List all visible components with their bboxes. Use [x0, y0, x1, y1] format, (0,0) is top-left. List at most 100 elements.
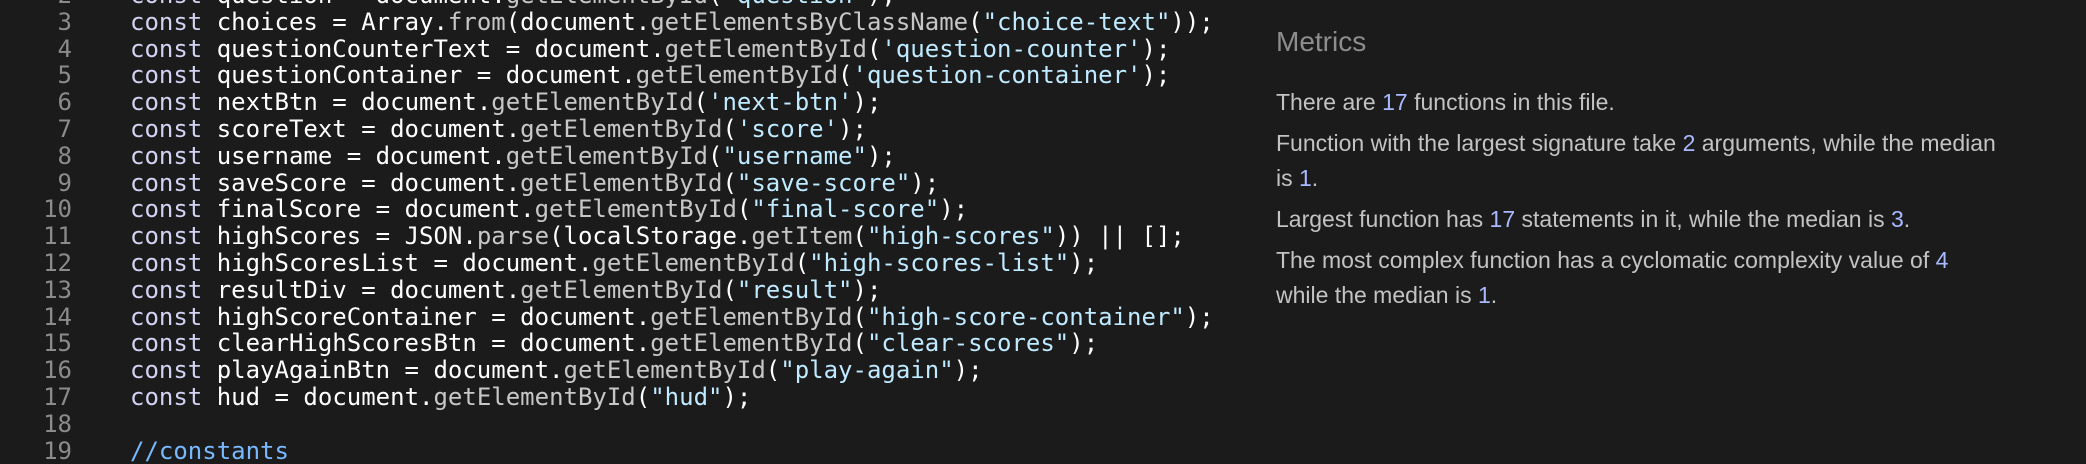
code-token: getElementById — [491, 88, 694, 117]
code-token: //constants — [130, 436, 289, 464]
code-token: ( — [722, 114, 737, 143]
code-token: ); — [1069, 329, 1099, 358]
code-token: = — [332, 141, 376, 170]
code-line[interactable]: 14 const highScoreContainer = document.ge… — [0, 302, 1240, 331]
code-token: . — [462, 222, 477, 251]
code-token: Array — [361, 7, 434, 36]
code-line[interactable]: 12 const highScoresList = document.getEle… — [0, 250, 1240, 277]
line-code: const highScoreContainer = document.getE… — [130, 302, 1214, 331]
code-line[interactable]: 7 const scoreText = document.getElementBy… — [0, 116, 1240, 143]
code-token: . — [650, 34, 665, 63]
code-line[interactable]: 3 const choices = Array.from(document.get… — [0, 7, 1240, 36]
code-token: document — [390, 114, 506, 143]
metrics-panel: Metrics There are 17 functions in this f… — [1276, 24, 1996, 319]
code-token: ( — [852, 329, 867, 358]
code-line[interactable]: 17 const hud = document.getElementById("h… — [0, 384, 1240, 411]
code-token: document — [361, 88, 477, 117]
code-token: const — [130, 248, 217, 277]
code-line[interactable]: 15 const clearHighScoresBtn = document.ge… — [0, 330, 1240, 357]
code-line[interactable]: 10 const finalScore = document.getElement… — [0, 196, 1240, 223]
code-token: document — [404, 195, 521, 224]
code-token: . — [505, 114, 521, 143]
code-token: ( — [866, 34, 882, 63]
code-line[interactable]: 5 const questionContainer = document.getE… — [0, 62, 1240, 89]
code-token: = — [491, 34, 535, 63]
code-token: const — [130, 168, 217, 197]
code-token: getElementById — [520, 168, 723, 197]
code-token: = — [476, 302, 521, 331]
code-token: getItem — [751, 222, 853, 251]
code-token: getElementById — [520, 275, 723, 304]
code-token: highScores — [216, 222, 362, 251]
code-token: getElementById — [650, 302, 853, 331]
code-line[interactable]: 11 const highScores = JSON.parse(localSto… — [0, 223, 1240, 250]
code-token: . — [505, 275, 521, 304]
code-token: ); — [838, 114, 867, 143]
code-token: ); — [1069, 248, 1099, 277]
code-token: . — [419, 382, 434, 411]
code-line[interactable]: 4 const questionCounterText = document.ge… — [0, 34, 1240, 63]
code-token: getElementsByClassName — [650, 7, 969, 36]
code-line[interactable]: 8 const username = document.getElementByI… — [0, 141, 1240, 170]
code-token: . — [433, 7, 448, 36]
code-token: ); — [852, 275, 882, 304]
code-token: ( — [794, 248, 810, 277]
code-token: nextBtn — [216, 88, 318, 117]
code-line[interactable]: 9 const saveScore = document.getElementBy… — [0, 168, 1240, 197]
line-code: const scoreText = document.getElementByI… — [130, 116, 867, 143]
line-code: const playAgainBtn = document.getElement… — [130, 357, 983, 384]
metric-value: 17 — [1489, 206, 1516, 232]
metric-text: . — [1903, 206, 1911, 232]
code-token: questionCounterText — [216, 34, 492, 63]
code-token: . — [549, 356, 564, 385]
code-token: ); — [1184, 302, 1214, 331]
code-token: "hud" — [650, 382, 723, 411]
line-number: 9 — [57, 168, 72, 197]
code-line[interactable]: 18 — [0, 410, 1240, 438]
code-token: )); — [1170, 7, 1214, 36]
metric-text: functions in this file. — [1407, 89, 1615, 115]
code-token: clearHighScoresBtn — [216, 329, 477, 358]
line-number: 3 — [57, 7, 72, 36]
code-token: = — [317, 7, 362, 36]
code-token: ); — [866, 141, 896, 170]
code-token: getElementById — [563, 356, 766, 385]
line-number: 13 — [43, 275, 72, 304]
code-line[interactable]: 13 const resultDiv = document.getElementB… — [0, 275, 1240, 304]
code-token: const — [130, 275, 217, 304]
code-token: const — [130, 61, 217, 90]
metric-text: Largest function has — [1276, 206, 1490, 232]
code-token: getElementById — [664, 34, 867, 63]
code-token: document — [520, 302, 636, 331]
code-token: "save-score" — [736, 168, 911, 197]
code-token: ( — [736, 195, 752, 224]
metric-value: 2 — [1682, 130, 1696, 156]
code-token: = — [476, 329, 521, 358]
code-token: ( — [765, 356, 781, 385]
metric-text: . — [1490, 282, 1498, 308]
code-token: ( — [968, 7, 983, 36]
code-token: document — [520, 329, 636, 358]
code-token: document — [462, 248, 578, 277]
code-editor[interactable]: 2const question = document.getElementByI… — [0, 0, 1240, 464]
code-token: . — [520, 195, 535, 224]
code-token: document — [390, 275, 506, 304]
code-token: = — [260, 382, 304, 411]
code-token: document — [520, 7, 636, 36]
code-token: ( — [505, 7, 521, 36]
code-line[interactable]: 19 //constants — [0, 436, 1240, 464]
code-token: const — [130, 356, 217, 385]
code-token: 'question-container' — [852, 61, 1142, 90]
code-token: ( — [693, 88, 709, 117]
code-token: resultDiv — [216, 275, 347, 304]
code-token: scoreText — [216, 114, 347, 143]
code-token: document — [433, 356, 550, 385]
code-line[interactable]: 6 const nextBtn = document.getElementById… — [0, 89, 1240, 116]
code-token: const — [130, 195, 217, 224]
code-token: "result" — [736, 275, 853, 304]
code-token: highScoresList — [216, 248, 419, 277]
code-review-page: 2const question = document.getElementByI… — [0, 0, 2086, 464]
metric-text: There are — [1276, 89, 1383, 115]
code-line[interactable]: 16 const playAgainBtn = document.getEleme… — [0, 357, 1240, 384]
line-number: 4 — [57, 34, 72, 63]
